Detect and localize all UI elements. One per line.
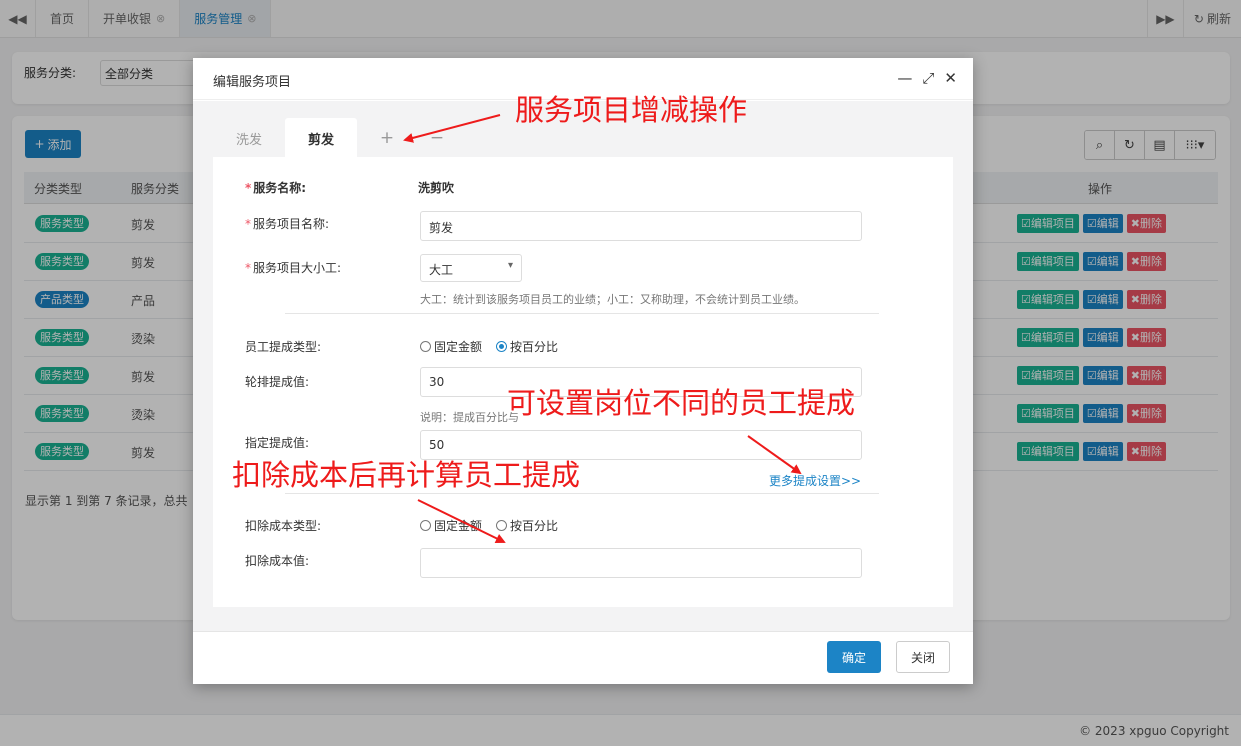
remove-tab-button[interactable]: − (417, 118, 457, 158)
tab-item-wash[interactable]: 洗发 (213, 118, 285, 158)
cost-value-input[interactable] (420, 548, 862, 578)
cost-type-label: 扣除成本类型: (245, 519, 322, 533)
close-icon[interactable]: ✕ (944, 69, 957, 87)
designated-commission-input[interactable]: 50 (420, 430, 862, 460)
add-tab-button[interactable]: + (357, 118, 417, 158)
modal-footer: 确定 关闭 (193, 631, 973, 684)
minimize-icon[interactable]: — (897, 69, 912, 87)
designated-commission-label: 指定提成值: (245, 436, 310, 450)
annotation-cost: 扣除成本后再计算员工提成 (232, 458, 581, 492)
service-item-tabs: 洗发 剪发 + − (213, 117, 457, 158)
more-commission-link[interactable]: 更多提成设置>> (769, 472, 861, 489)
worker-size-help: 大工：统计到该服务项目员工的业绩；小工：又称助理，不会统计到员工业绩。 (420, 293, 805, 306)
commission-type-radios: 固定金额 按百分比 (420, 338, 558, 355)
radio-icon (496, 520, 508, 531)
close-button[interactable]: 关闭 (896, 641, 950, 673)
divider (285, 313, 879, 314)
edit-service-modal: 编辑服务项目 — ⤢ ✕ 洗发 剪发 + − * 服务名称: 洗剪吹 * 服务项目名… (193, 58, 973, 684)
item-name-input[interactable]: 剪发 (420, 211, 862, 241)
annotation-commission: 可设置岗位不同的员工提成 (507, 386, 856, 420)
chevron-down-icon: ▾ (507, 260, 513, 271)
commission-fixed-radio[interactable]: 固定金额 (420, 338, 482, 355)
worker-size-value: 大工 (429, 263, 454, 277)
radio-icon (420, 341, 431, 352)
service-name-label: * 服务名称: (245, 181, 307, 195)
cost-fixed-radio[interactable]: 固定金额 (420, 517, 482, 534)
commission-type-label: 员工提成类型: (245, 340, 322, 354)
item-name-label: * 服务项目名称: (245, 217, 330, 231)
cost-type-radios: 固定金额 按百分比 (420, 517, 558, 534)
cost-value-label: 扣除成本值: (245, 554, 310, 568)
cost-percent-radio[interactable]: 按百分比 (496, 517, 558, 534)
maximize-icon[interactable]: ⤢ (922, 69, 934, 87)
radio-checked-icon (496, 341, 508, 352)
commission-percent-radio[interactable]: 按百分比 (496, 338, 558, 355)
worker-size-select[interactable]: 大工 ▾ (420, 254, 522, 282)
service-name-value: 洗剪吹 (418, 181, 455, 195)
modal-body: 洗发 剪发 + − * 服务名称: 洗剪吹 * 服务项目名称: 剪发 * 服务项目大小… (193, 101, 973, 631)
annotation-add-remove: 服务项目增减操作 (515, 93, 748, 127)
divider (285, 493, 879, 494)
modal-title: 编辑服务项目 (213, 75, 292, 90)
rotation-commission-label: 轮排提成值: (245, 375, 310, 389)
worker-size-label: * 服务项目大小工: (245, 261, 342, 275)
confirm-button[interactable]: 确定 (827, 641, 881, 673)
radio-icon (420, 520, 431, 531)
tab-item-cut[interactable]: 剪发 (285, 118, 357, 158)
rotation-help: 说明：提成百分比与 (420, 411, 519, 424)
service-item-form: * 服务名称: 洗剪吹 * 服务项目名称: 剪发 * 服务项目大小工: 大工 ▾ 大工：… (213, 157, 953, 607)
